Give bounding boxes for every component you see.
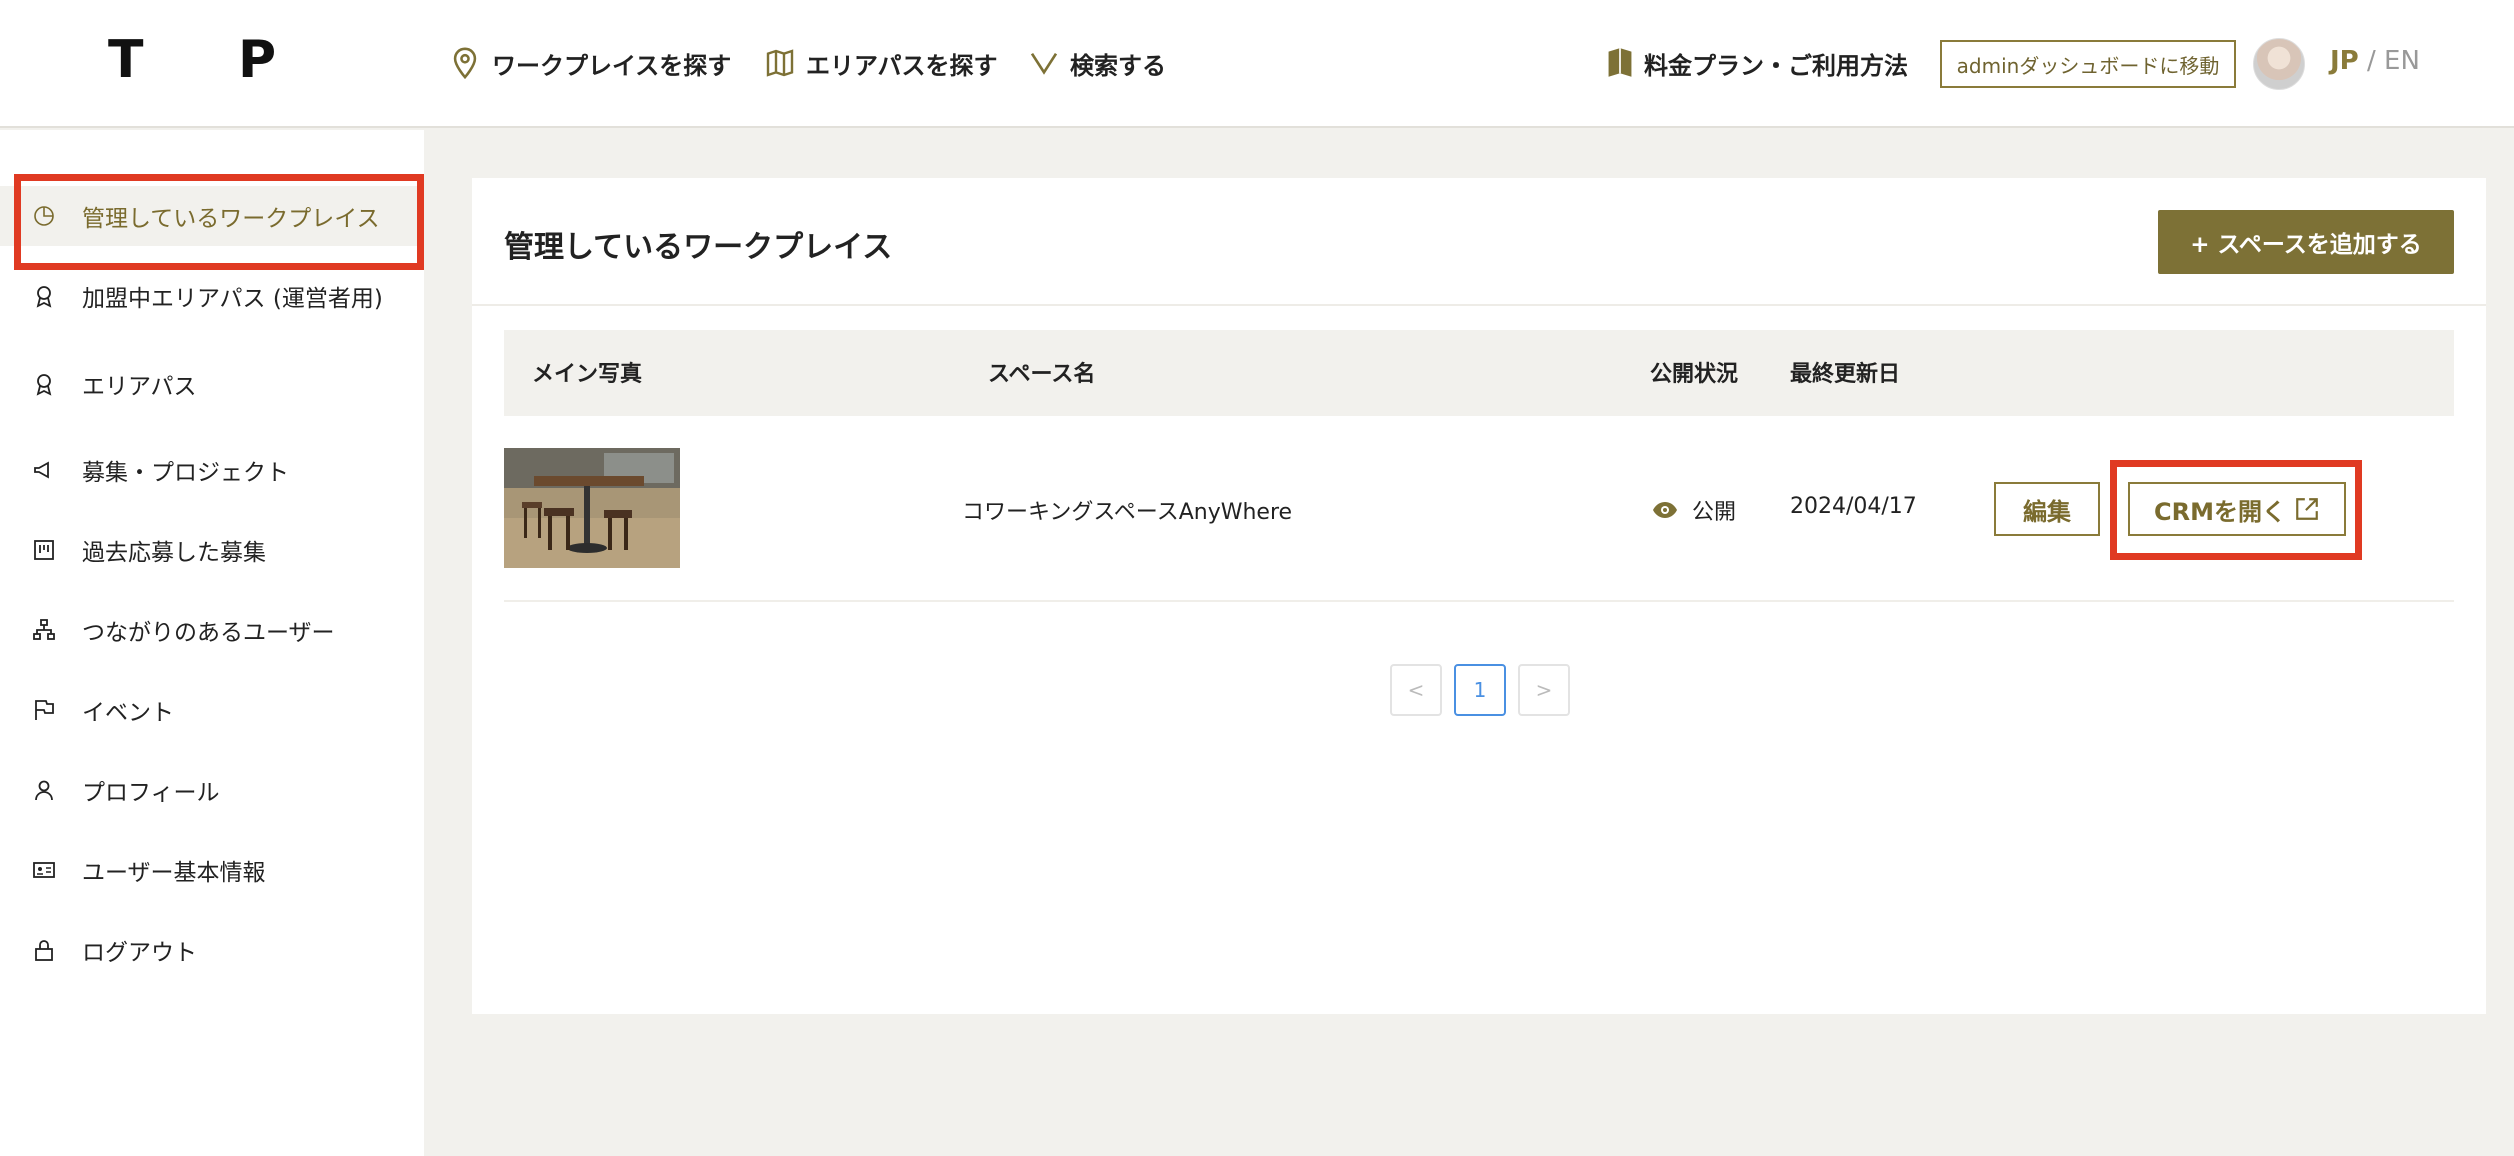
nav-find-area-pass[interactable]: エリアパスを探す (764, 40, 998, 86)
eye-icon (1653, 502, 1677, 518)
status-label: 公開 (1692, 500, 1737, 525)
sidebar-item-label: 加盟中エリアパス (運営者用) (82, 286, 383, 312)
sidebar-item-profile[interactable]: プロフィール (0, 760, 424, 820)
book-icon (1608, 48, 1632, 77)
page-title: 管理しているワークプレイス (504, 230, 893, 265)
sidebar-item-label: ログアウト (82, 940, 197, 966)
sidebar-item-label: プロフィール (82, 780, 220, 806)
sidebar-item-joined-area-pass[interactable]: 加盟中エリアパス (運営者用) (0, 266, 424, 326)
updated-date: 2024/04/17 (1790, 494, 1917, 519)
site-logo-left[interactable]: T (108, 30, 143, 90)
map-icon (766, 49, 794, 77)
site-logo-right[interactable]: P (238, 30, 276, 90)
table-header (504, 330, 2454, 416)
chevron-down-icon (1030, 52, 1058, 75)
admin-dashboard-button[interactable]: adminダッシュボードに移動 (1940, 40, 2236, 88)
pagination-prev[interactable]: < (1390, 664, 1442, 716)
badge-icon (36, 286, 52, 308)
pagination-page-1[interactable]: 1 (1454, 664, 1506, 716)
pagination-next[interactable]: > (1518, 664, 1570, 716)
sidebar-item-past-applications[interactable]: 過去応募した募集 (0, 520, 424, 580)
nav-pricing-label: 料金プラン・ご利用方法 (1644, 51, 1908, 80)
location-pin-icon (453, 47, 477, 80)
space-name[interactable]: コワーキングスペースAnyWhere (962, 494, 1292, 526)
sidebar-item-label: つながりのあるユーザー (82, 620, 335, 646)
nav-find-workplace[interactable]: ワークプレイスを探す (448, 40, 731, 86)
badge-icon (36, 374, 52, 396)
nav-search[interactable]: 検索する (1028, 40, 1166, 86)
lang-en[interactable]: EN (2384, 46, 2420, 76)
megaphone-icon (34, 461, 49, 479)
sidebar-item-events[interactable]: イベント (0, 680, 424, 740)
sidebar-item-label: イベント (82, 700, 174, 726)
sidebar-item-connected-users[interactable]: つながりのあるユーザー (0, 600, 424, 660)
nav-search-label: 検索する (1070, 51, 1166, 80)
annotation-highlight-sidebar (14, 174, 424, 270)
avatar[interactable] (2253, 38, 2305, 90)
flag-icon (35, 700, 54, 720)
add-space-button[interactable]: + スペースを追加する (2158, 210, 2454, 274)
column-header-status: 公開状況 (1650, 362, 1739, 387)
user-icon (35, 780, 53, 801)
sidebar-item-recruitment[interactable]: 募集・プロジェクト (0, 440, 424, 500)
sidebar-item-basic-info[interactable]: ユーザー基本情報 (0, 840, 424, 900)
sidebar-item-label: ユーザー基本情報 (82, 860, 266, 886)
sidebar-item-label: 過去応募した募集 (82, 540, 266, 566)
board-icon (34, 540, 54, 560)
nav-pricing[interactable]: 料金プラン・ご利用方法 (1606, 40, 1908, 86)
annotation-highlight-crm (2110, 460, 2362, 560)
sidebar-item-label: 募集・プロジェクト (82, 460, 289, 486)
network-icon (33, 619, 55, 640)
lock-icon (35, 940, 53, 961)
nav-find-area-pass-label: エリアパスを探す (806, 51, 998, 80)
edit-button[interactable]: 編集 (1994, 482, 2100, 536)
sidebar-item-logout[interactable]: ログアウト (0, 920, 424, 980)
status-badge: 公開 (1652, 494, 1736, 526)
column-header-photo: メイン写真 (532, 362, 643, 387)
lang-separator: / (2367, 46, 2376, 76)
sidebar-item-area-pass[interactable]: エリアパス (0, 354, 424, 414)
table-row-divider (504, 600, 2454, 602)
id-card-icon (33, 862, 55, 878)
column-header-updated: 最終更新日 (1790, 362, 1901, 387)
top-header: T P ワークプレイスを探す エリアパスを探す 検索する 料金プラン・ご利用方法… (0, 0, 2514, 128)
card-divider (472, 304, 2486, 306)
column-header-space-name: スペース名 (988, 362, 1096, 387)
space-main-photo[interactable] (504, 448, 680, 568)
language-switcher: JP / EN (2330, 46, 2420, 76)
lang-jp[interactable]: JP (2330, 46, 2359, 76)
nav-find-workplace-label: ワークプレイスを探す (492, 51, 732, 80)
sidebar-item-label: エリアパス (82, 374, 197, 400)
